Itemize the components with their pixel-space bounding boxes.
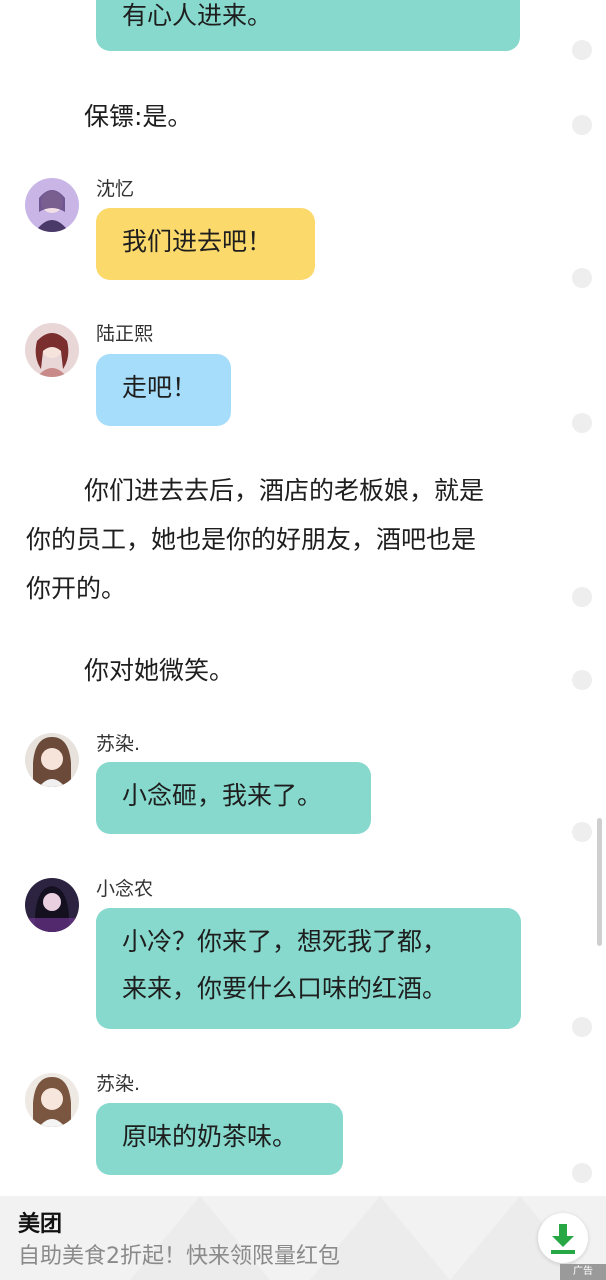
comment-dot[interactable] bbox=[572, 115, 592, 135]
narration-text: 你们进去去后，酒店的老板娘，就是 bbox=[84, 476, 485, 505]
narration-text: 你对她微笑。 bbox=[84, 656, 235, 685]
ad-banner[interactable]: 美团 自助美食2折起！快来领限量红包 bbox=[0, 1196, 606, 1280]
avatar[interactable] bbox=[25, 323, 79, 377]
chat-bubble-text: 来来，你要什么口味的红酒。 bbox=[122, 974, 448, 1003]
comment-dot[interactable] bbox=[572, 413, 592, 433]
chat-bubble: 我们进去吧！ bbox=[96, 208, 315, 280]
ad-title: 美团 bbox=[18, 1212, 63, 1237]
comment-dot[interactable] bbox=[572, 268, 592, 288]
download-icon bbox=[551, 1224, 575, 1254]
chat-bubble-text: 原味的奶茶味。 bbox=[122, 1122, 298, 1151]
scrollbar[interactable] bbox=[597, 818, 602, 946]
avatar[interactable] bbox=[25, 733, 79, 787]
sender-name: 苏染. bbox=[96, 733, 141, 755]
sender-name: 小念农 bbox=[96, 878, 154, 900]
ad-tag-label: 广告 bbox=[573, 1266, 593, 1277]
chat-bubble: 走吧！ bbox=[96, 354, 231, 426]
sender-name: 陆正熙 bbox=[96, 323, 154, 345]
sender-name: 苏染. bbox=[96, 1073, 141, 1095]
avatar[interactable] bbox=[25, 878, 79, 932]
chat-bubble-text: 我们进去吧！ bbox=[122, 227, 273, 256]
narration-text: 你的员工，她也是你的好朋友，酒吧也是 bbox=[26, 525, 477, 554]
chat-bubble-text: 有心人进来。 bbox=[122, 1, 273, 30]
narration-text: 你开的。 bbox=[26, 574, 127, 603]
comment-dot[interactable] bbox=[572, 1017, 592, 1037]
ad-tag: 广告 bbox=[560, 1264, 606, 1280]
download-button[interactable] bbox=[538, 1213, 588, 1263]
avatar[interactable] bbox=[25, 1073, 79, 1127]
narration-text: 保镖:是。 bbox=[84, 102, 193, 131]
chat-bubble: 小念砸，我来了。 bbox=[96, 762, 371, 834]
chat-bubble-top: 有心人进来。 bbox=[96, 0, 520, 51]
chat-bubble: 原味的奶茶味。 bbox=[96, 1103, 343, 1175]
ad-subtitle: 自助美食2折起！快来领限量红包 bbox=[18, 1244, 340, 1269]
comment-dot[interactable] bbox=[572, 670, 592, 690]
comment-dot[interactable] bbox=[572, 822, 592, 842]
chat-bubble-text: 小冷？你来了，想死我了都， bbox=[122, 927, 448, 956]
avatar[interactable] bbox=[25, 178, 79, 232]
comment-dot[interactable] bbox=[572, 1163, 592, 1183]
comment-dot[interactable] bbox=[572, 40, 592, 60]
chat-bubble-text: 走吧！ bbox=[122, 373, 198, 402]
chat-bubble: 小冷？你来了，想死我了都， 来来，你要什么口味的红酒。 bbox=[96, 908, 521, 1029]
chat-bubble-text: 小念砸，我来了。 bbox=[122, 781, 323, 810]
comment-dot[interactable] bbox=[572, 587, 592, 607]
sender-name: 沈忆 bbox=[96, 178, 135, 200]
